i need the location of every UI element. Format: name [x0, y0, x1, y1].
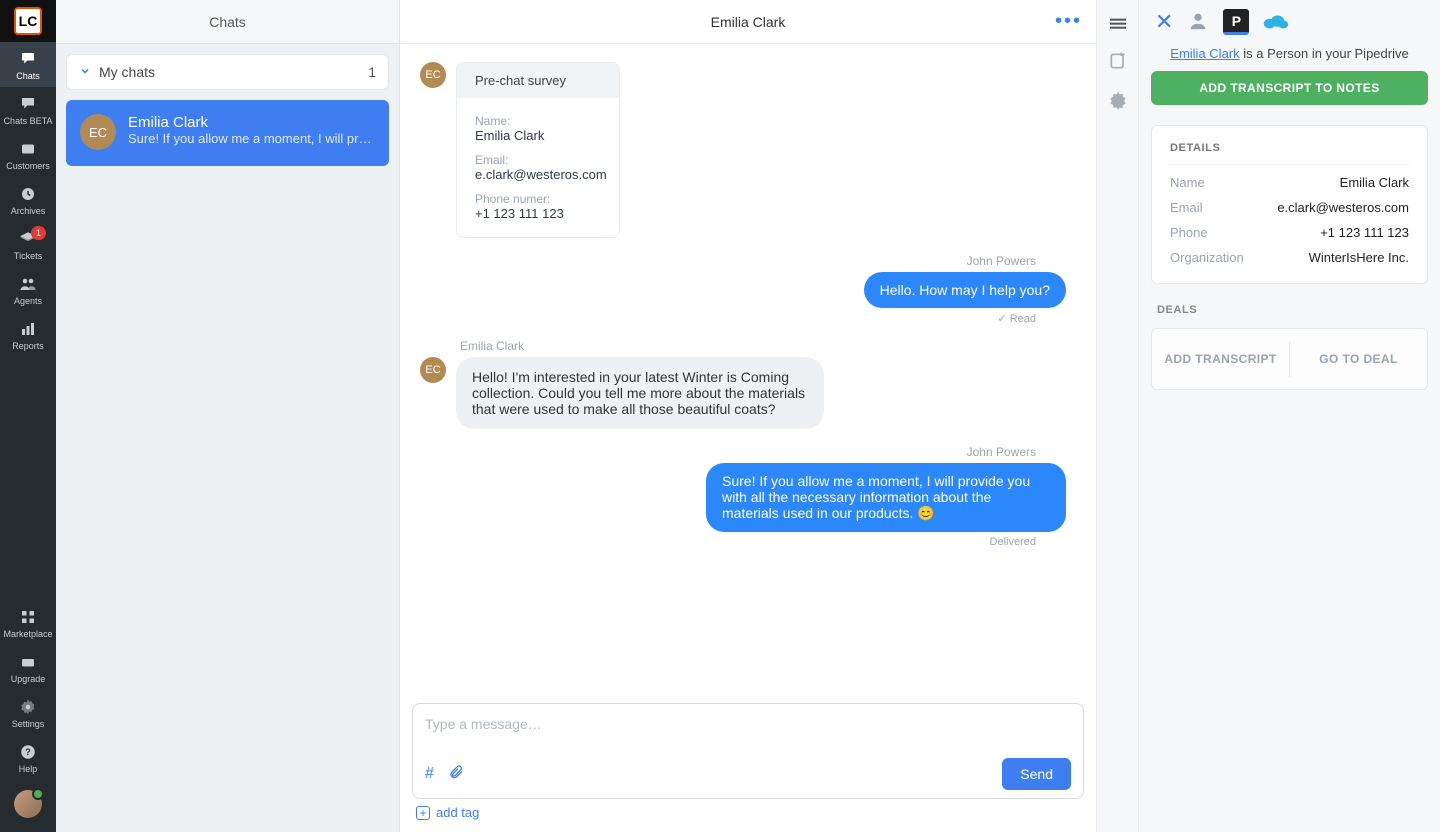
upgrade-icon: [17, 653, 39, 671]
survey-name-label: Name:: [475, 114, 601, 128]
filter-label: My chats: [99, 64, 368, 80]
chevron-down-icon: [79, 64, 91, 80]
message-input[interactable]: [425, 716, 1071, 758]
nav-settings[interactable]: Settings: [0, 690, 56, 735]
add-transcript-deal-button[interactable]: ADD TRANSCRIPT: [1152, 329, 1289, 389]
nav-archives[interactable]: Archives: [0, 177, 56, 222]
customer-message: Hello! I'm interested in your latest Win…: [456, 357, 824, 429]
reports-icon: [17, 320, 39, 338]
nav-reports[interactable]: Reports: [0, 312, 56, 357]
message-composer: # Send: [412, 703, 1084, 799]
nav-marketplace[interactable]: Marketplace: [0, 600, 56, 645]
go-to-deal-button[interactable]: GO TO DEAL: [1290, 329, 1427, 389]
nav-agents[interactable]: Agents: [0, 267, 56, 312]
nav-upgrade[interactable]: Upgrade: [0, 645, 56, 690]
integration-intro: Emilia Clark is a Person in your Pipedri…: [1151, 44, 1428, 71]
deals-heading: DEALS: [1157, 304, 1428, 316]
customer-sender-label: Emilia Clark: [460, 339, 1076, 353]
right-tool-strip: [1096, 0, 1138, 832]
conversation-panel: Emilia Clark ••• EC Pre-chat survey Name…: [400, 0, 1096, 832]
survey-name-value: Emilia Clark: [475, 128, 601, 143]
check-icon: ✓: [997, 313, 1009, 325]
detail-row-org: OrganizationWinterIsHere Inc.: [1170, 250, 1409, 265]
survey-phone-value: +1 123 111 123: [475, 206, 601, 221]
add-transcript-notes-button[interactable]: ADD TRANSCRIPT TO NOTES: [1151, 71, 1428, 105]
detail-row-email: Emaile.clark@westeros.com: [1170, 200, 1409, 215]
pipedrive-icon[interactable]: P: [1223, 9, 1249, 35]
agent-message: Hello. How may I help you?: [864, 272, 1066, 308]
archives-icon: [17, 185, 39, 203]
customers-icon: [17, 140, 39, 158]
integration-person-link[interactable]: Emilia Clark: [1170, 46, 1239, 61]
nav-chats-beta[interactable]: Chats BETA: [0, 87, 56, 132]
add-tag[interactable]: + add tag: [412, 799, 1084, 828]
agent-sender-label: John Powers: [420, 254, 1036, 268]
tickets-badge: 1: [31, 226, 46, 240]
nav-tickets[interactable]: 1 Tickets: [0, 222, 56, 267]
chats-filter[interactable]: My chats 1: [66, 54, 389, 90]
pre-chat-survey: Pre-chat survey Name: Emilia Clark Email…: [456, 62, 620, 238]
detail-row-name: NameEmilia Clark: [1170, 175, 1409, 190]
details-card: DETAILS NameEmilia Clark Emaile.clark@we…: [1151, 125, 1428, 284]
delivered-status: Delivered: [420, 536, 1036, 548]
close-icon[interactable]: ✕: [1155, 9, 1173, 35]
integration-panel: ✕ P Emilia Clark is a Person in your Pip…: [1138, 0, 1440, 832]
hashtag-icon[interactable]: #: [425, 765, 434, 783]
person-icon[interactable]: [1187, 10, 1209, 35]
app-logo[interactable]: LC: [0, 0, 56, 42]
add-tag-label: add tag: [436, 805, 479, 820]
svg-text:?: ?: [25, 747, 31, 757]
deals-card: ADD TRANSCRIPT GO TO DEAL: [1151, 328, 1428, 390]
settings-gear-icon: [17, 698, 39, 716]
survey-phone-label: Phone numer:: [475, 192, 601, 206]
survey-email-label: Email:: [475, 153, 601, 167]
send-button[interactable]: Send: [1002, 758, 1071, 790]
plus-icon: +: [416, 806, 430, 820]
gear-icon[interactable]: [1108, 90, 1128, 113]
chat-card-name: Emilia Clark: [128, 114, 374, 131]
help-icon: ?: [17, 743, 39, 761]
survey-heading: Pre-chat survey: [457, 63, 619, 98]
chat-card-preview: Sure! If you allow me a moment, I will p…: [128, 131, 374, 146]
customer-avatar: EC: [420, 357, 446, 383]
agent-sender-label: John Powers: [420, 445, 1036, 459]
chats-title: Chats: [56, 0, 399, 44]
more-menu-icon[interactable]: •••: [1055, 10, 1082, 33]
read-status: ✓ Read: [420, 312, 1036, 325]
nav-chats[interactable]: Chats: [0, 42, 56, 87]
sidebar-nav: LC Chats Chats BETA Customers Archives 1: [0, 0, 56, 832]
chat-card[interactable]: EC Emilia Clark Sure! If you allow me a …: [66, 100, 389, 166]
agents-icon: [17, 275, 39, 293]
agent-avatar[interactable]: [14, 790, 42, 818]
details-heading: DETAILS: [1170, 142, 1409, 165]
nav-customers[interactable]: Customers: [0, 132, 56, 177]
conversation-header: Emilia Clark •••: [400, 0, 1096, 44]
chat-outline-icon: [17, 95, 39, 113]
add-note-icon[interactable]: [1108, 51, 1128, 74]
marketplace-icon: [17, 608, 39, 626]
chats-panel: Chats My chats 1 EC Emilia Clark Sure! I…: [56, 0, 400, 832]
attachment-icon[interactable]: [448, 764, 464, 785]
conversation-title: Emilia Clark: [711, 14, 786, 30]
customer-avatar: EC: [420, 62, 446, 88]
agent-message: Sure! If you allow me a moment, I will p…: [706, 463, 1066, 532]
menu-toggle-icon[interactable]: [1108, 16, 1128, 35]
nav-help[interactable]: ? Help: [0, 735, 56, 780]
chat-filled-icon: [17, 50, 39, 68]
detail-row-phone: Phone+1 123 111 123: [1170, 225, 1409, 240]
filter-count: 1: [368, 64, 376, 80]
chat-card-avatar: EC: [80, 114, 116, 150]
survey-email-value: e.clark@westeros.com: [475, 167, 601, 182]
salesforce-icon[interactable]: [1263, 13, 1289, 31]
